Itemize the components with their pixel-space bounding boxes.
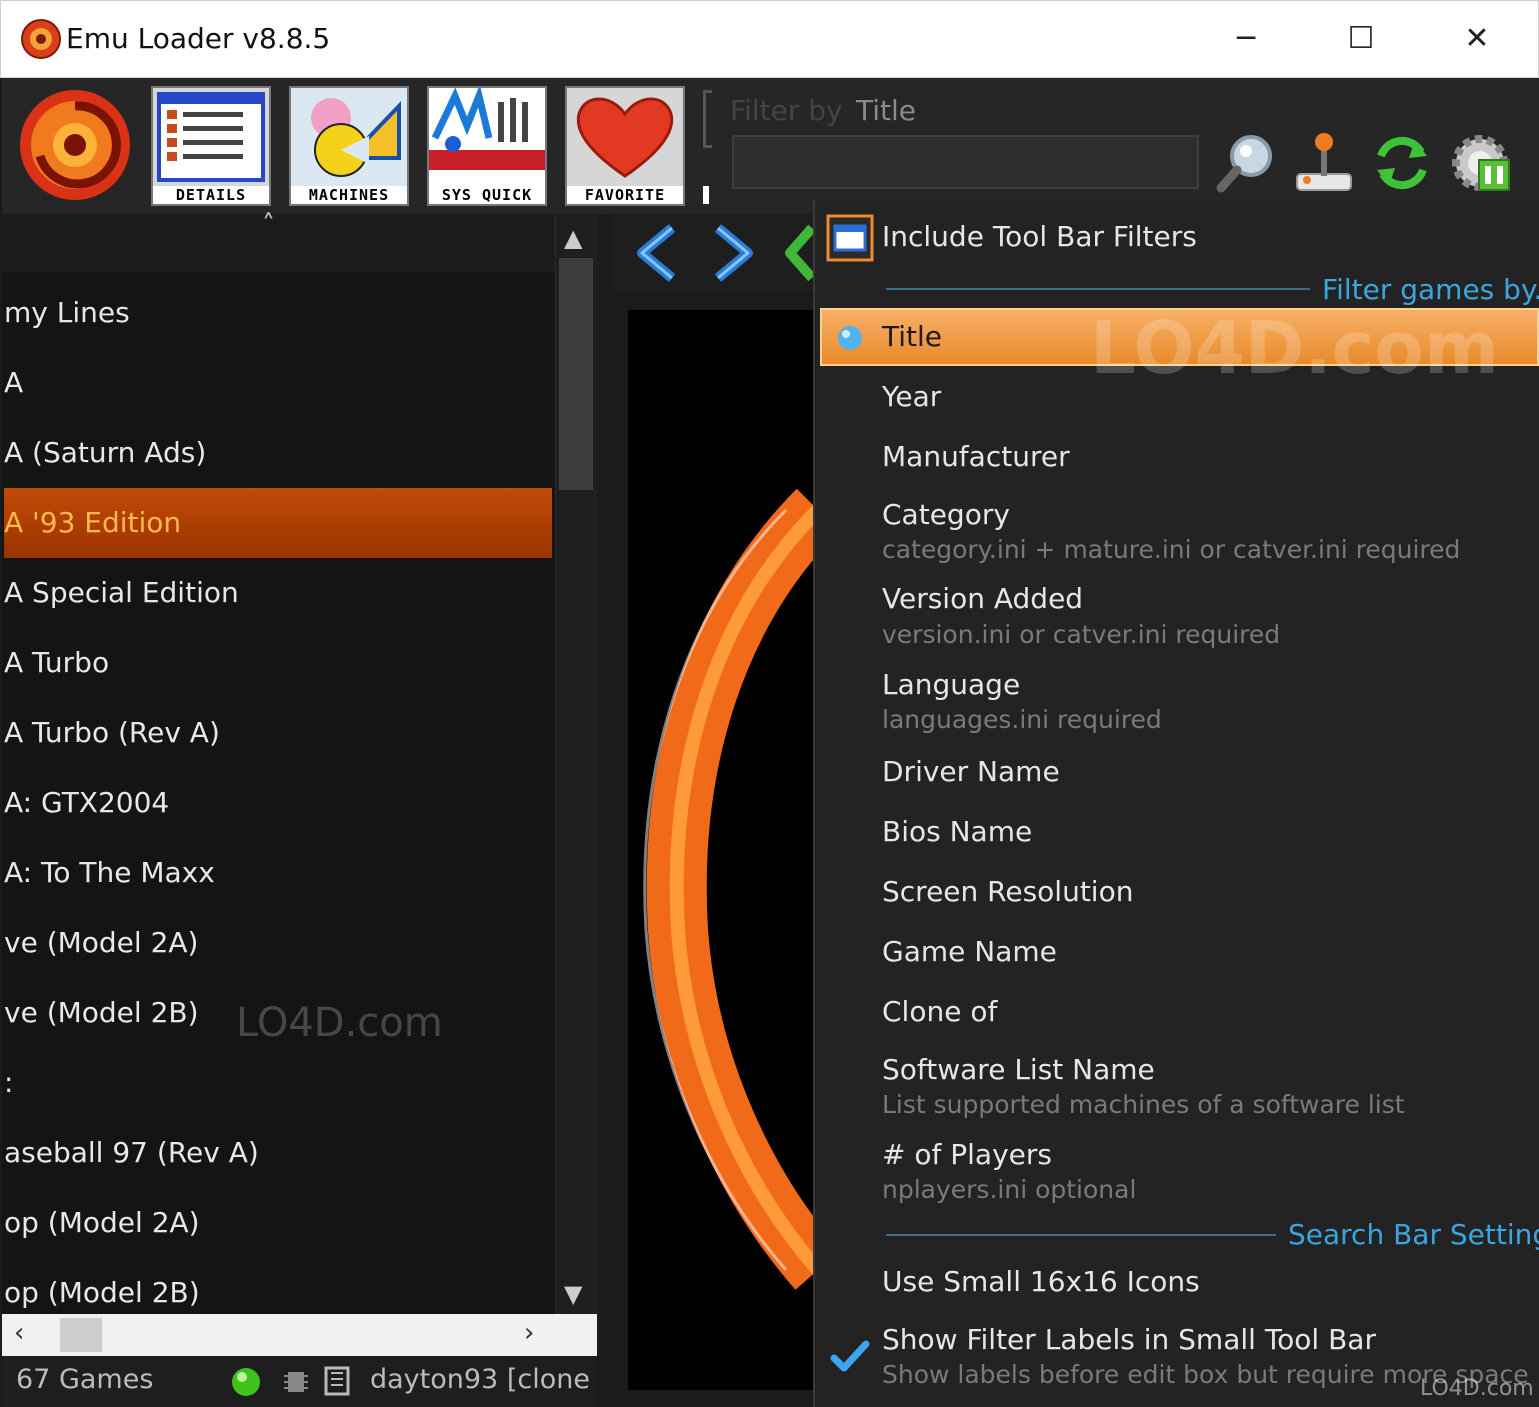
favorite-button[interactable]: FAVORITE [565,86,685,206]
filter-item-software-list-name[interactable]: Software List Name [882,1053,1155,1086]
checkmark-icon [830,1340,870,1372]
filter-prefix-label: Filter by [730,94,843,127]
game-list-item[interactable]: A [4,348,552,418]
game-list-item[interactable]: A (Saturn Ads) [4,418,552,488]
include-toolbar-filters-item[interactable]: Include Tool Bar Filters [882,220,1197,253]
game-list-item[interactable]: A Special Edition [4,558,552,628]
game-preview-image [628,310,841,1390]
filter-item-version-added[interactable]: Version Added [882,582,1083,615]
vertical-scroll-thumb[interactable] [559,258,593,490]
game-list-item[interactable]: op (Model 2B) [4,1258,552,1314]
game-list-item[interactable]: ve (Model 2A) [4,908,552,978]
filter-header-line [886,288,1310,290]
game-list-item[interactable]: op (Model 2A) [4,1188,552,1258]
scroll-down-icon[interactable]: ▼ [564,1280,582,1308]
filter-item-language[interactable]: Language [882,668,1020,701]
sort-arrow-icon[interactable]: ˄ [262,210,275,240]
favorite-label: FAVORITE [567,186,683,204]
previous-arrow-icon[interactable] [632,224,684,282]
filter-item-clone-of[interactable]: Clone of [882,995,997,1028]
filter-item-category-hint: category.ini + mature.ini or catver.ini … [882,535,1461,564]
search-bar-settings-header: Search Bar Settings [1288,1218,1539,1251]
minimize-button[interactable]: ─ [1216,14,1276,64]
machines-label: MACHINES [291,186,407,204]
window-title: Emu Loader v8.8.5 [66,22,331,55]
corner-watermark: LO4D.com [1420,1376,1534,1401]
game-list-item[interactable]: A Turbo [4,628,552,698]
close-button[interactable]: ✕ [1447,14,1507,64]
details-label: DETAILS [153,186,269,204]
game-list-item[interactable]: A: GTX2004 [4,768,552,838]
game-list-item[interactable]: A Turbo (Rev A) [4,698,552,768]
cpu-icon [284,1372,308,1392]
machines-icon [291,88,407,186]
scroll-left-icon[interactable]: ‹ [14,1318,24,1348]
joystick-icon[interactable] [1293,130,1355,194]
preview-artwork [643,488,841,1290]
maximize-button[interactable]: ☐ [1331,14,1391,64]
chip-icon [324,1366,350,1396]
filter-value-label: Title [856,94,917,127]
current-game-status: dayton93 [clone o [370,1364,595,1395]
search-icon[interactable] [1215,132,1277,194]
heart-icon [567,88,683,186]
scroll-up-icon[interactable]: ▲ [564,224,582,252]
game-list-item[interactable]: my Lines [4,278,552,348]
toolbar-separator [703,90,712,148]
filter-item-year[interactable]: Year [882,380,941,413]
emu-loader-logo-icon[interactable] [16,86,134,204]
filter-item-category[interactable]: Category [882,498,1010,531]
toolbar-marker [703,186,709,204]
filter-item-title[interactable]: Title [882,320,942,353]
scroll-right-icon[interactable]: › [524,1318,534,1348]
search-header-line [886,1234,1276,1236]
green-arrow-icon[interactable] [784,224,814,282]
refresh-icon[interactable] [1373,134,1431,192]
watermark-text: LO4D.com [236,1000,443,1046]
next-arrow-icon[interactable] [706,224,758,282]
sys-quick-label: SYS QUICK [429,186,545,204]
show-filter-labels-item[interactable]: Show Filter Labels in Small Tool Bar [882,1323,1376,1356]
game-list-item[interactable]: aseball 97 (Rev A) [4,1118,552,1188]
filter-item-game-name[interactable]: Game Name [882,935,1057,968]
filter-item-driver-name[interactable]: Driver Name [882,755,1060,788]
game-count: 67 Games [16,1364,154,1395]
details-button[interactable]: DETAILS [151,86,271,206]
radio-selected-icon [838,326,862,350]
window-filter-icon [826,214,874,262]
filter-item-manufacturer[interactable]: Manufacturer [882,440,1070,473]
filter-games-by-header: Filter games by... [1322,273,1539,306]
search-input[interactable] [732,135,1199,189]
watermark-text: LO4D.com [1090,306,1499,390]
sys-quick-button[interactable]: SYS QUICK [427,84,547,206]
horizontal-scroll-thumb[interactable] [60,1318,102,1352]
app-logo-icon [21,19,61,59]
status-ok-icon [232,1368,260,1396]
details-icon [157,92,265,182]
filter-item-bios-name[interactable]: Bios Name [882,815,1032,848]
game-list-header[interactable] [2,214,555,272]
settings-icon[interactable] [1447,130,1513,196]
filter-item-version-hint: version.ini or catver.ini required [882,620,1281,649]
game-list-item[interactable]: : [4,1048,552,1118]
use-small-icons-item[interactable]: Use Small 16x16 Icons [882,1265,1200,1298]
filter-item-language-hint: languages.ini required [882,705,1162,734]
filter-item-software-list-hint: List supported machines of a software li… [882,1090,1405,1119]
sys-quick-icon [429,84,545,186]
filter-item-players[interactable]: # of Players [882,1138,1052,1171]
filter-item-screen-resolution[interactable]: Screen Resolution [882,875,1133,908]
game-list-item[interactable]: A: To The Maxx [4,838,552,908]
game-list-item-selected[interactable]: A '93 Edition [4,488,552,558]
filter-item-players-hint: nplayers.ini optional [882,1175,1137,1204]
machines-button[interactable]: MACHINES [289,86,409,206]
